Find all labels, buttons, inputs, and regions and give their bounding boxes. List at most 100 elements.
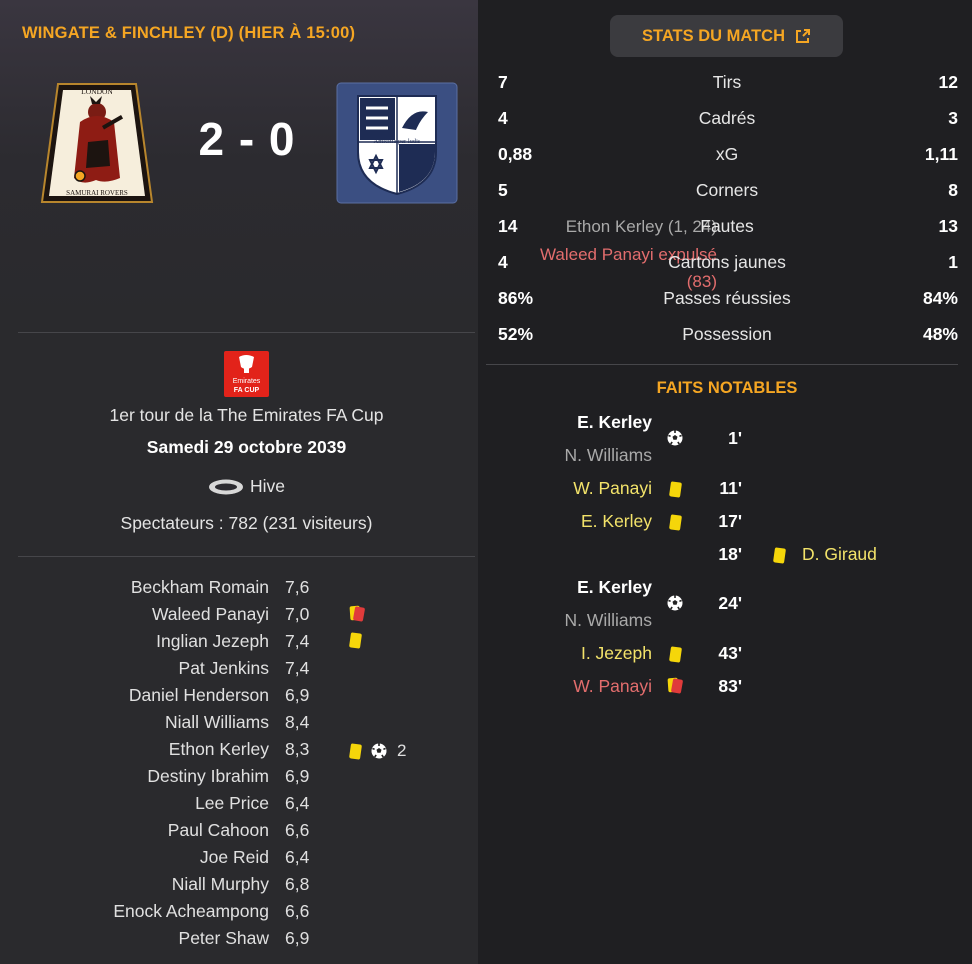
- match-header: WINGATE & FINCHLEY (D) (HIER À 15:00): [22, 24, 356, 42]
- player-name: Pat Jenkins: [178, 658, 269, 678]
- venue-name: Hive: [249, 476, 285, 496]
- player-rating: 7,4: [285, 631, 310, 651]
- yellow-card-icon: [667, 645, 683, 663]
- stat-row-passes: 86% Passes réussies 84%: [486, 288, 958, 318]
- player-name: Lee Price: [195, 793, 269, 813]
- player-rating: 6,9: [285, 766, 310, 786]
- fa-cup-logo[interactable]: Emirates FA CUP: [224, 351, 269, 397]
- player-rating: 6,6: [285, 901, 310, 921]
- player-row[interactable]: Daniel Henderson 6,9: [0, 685, 478, 712]
- yellow-card-icon: [349, 632, 362, 649]
- player-row[interactable]: Destiny Ibrahim 6,9: [0, 766, 478, 793]
- player-rating: 8,3: [285, 739, 310, 759]
- cup-logo-text-bottom: FA CUP: [234, 387, 260, 394]
- stat-row-yellow-cards: 4 Cartons jaunes 1: [486, 252, 958, 282]
- player-rating: 7,0: [285, 604, 310, 624]
- stat-label: Cadrés: [698, 108, 756, 128]
- player-row[interactable]: Peter Shaw 6,9: [0, 928, 478, 955]
- stat-label: xG: [715, 144, 739, 164]
- competition-name[interactable]: 1er tour de la The Emirates FA Cup: [18, 405, 475, 426]
- stat-away-value: 3: [948, 108, 958, 128]
- attendance: Spectateurs : 782 (231 visiteurs): [120, 513, 373, 533]
- player-name: Beckham Romain: [130, 577, 269, 597]
- external-link-icon: [795, 29, 810, 43]
- event-player[interactable]: D. Giraud: [802, 544, 877, 565]
- player-row[interactable]: Beckham Romain 7,6: [0, 577, 478, 604]
- event-player[interactable]: E. Kerley: [577, 412, 652, 433]
- player-row[interactable]: Ethon Kerley 8,3 2: [0, 739, 478, 766]
- player-row[interactable]: Paul Cahoon 6,6: [0, 820, 478, 847]
- player-name: Inglian Jezeph: [156, 631, 269, 651]
- player-rating: 6,6: [285, 820, 310, 840]
- event-player[interactable]: E. Kerley: [577, 577, 652, 598]
- key-events-title: FAITS NOTABLES: [656, 379, 798, 397]
- player-rating: 8,4: [285, 712, 310, 732]
- venue[interactable]: Hive: [18, 476, 475, 497]
- event-minute: 43': [718, 643, 742, 663]
- event-player[interactable]: W. Panayi: [573, 676, 652, 697]
- stat-away-value: 8: [948, 180, 958, 200]
- home-team-crest[interactable]: LONDON SAMURAI ROVERS: [36, 82, 158, 204]
- football-icon: [667, 595, 683, 611]
- stat-row-on-target: 4 Cadrés 3: [486, 108, 958, 138]
- player-rating: 6,9: [285, 685, 310, 705]
- stat-away-value: 48%: [922, 324, 958, 344]
- stat-row-shots: 7 Tirs 12: [486, 72, 958, 102]
- stat-label: Tirs: [712, 72, 742, 92]
- yellow-card-icon: [667, 480, 683, 498]
- player-rating: 6,4: [285, 793, 310, 813]
- crest-text-top: LONDON: [81, 87, 113, 96]
- match-stats-button-label: STATS DU MATCH: [642, 26, 785, 45]
- match-score: 2 - 0: [198, 113, 296, 165]
- stat-row-possession: 52% Possession 48%: [486, 324, 958, 354]
- stat-label: Corners: [695, 180, 759, 200]
- event-player[interactable]: I. Jezeph: [581, 643, 652, 664]
- player-name: Enock Acheampong: [113, 901, 269, 921]
- stat-away-value: 1,11: [924, 144, 958, 164]
- football-icon: [371, 743, 387, 759]
- event-assist[interactable]: N. Williams: [565, 445, 653, 466]
- player-rating: 7,6: [285, 577, 310, 597]
- player-row[interactable]: Waleed Panayi 7,0: [0, 604, 478, 631]
- player-row[interactable]: Enock Acheampong 6,6: [0, 901, 478, 928]
- player-rating: 6,8: [285, 874, 310, 894]
- event-minute: 11': [719, 478, 742, 498]
- player-row[interactable]: Lee Price 6,4: [0, 793, 478, 820]
- player-rating: 7,4: [285, 658, 310, 678]
- divider: [18, 556, 475, 557]
- event-minute: 24': [718, 593, 742, 613]
- crest-text-bottom: SAMURAI ROVERS: [66, 189, 128, 197]
- away-team-crest[interactable]: Amicitia per ludis: [336, 82, 458, 204]
- player-row[interactable]: Niall Murphy 6,8: [0, 874, 478, 901]
- player-name: Daniel Henderson: [128, 685, 269, 705]
- player-row[interactable]: Inglian Jezeph 7,4: [0, 631, 478, 658]
- stat-row-fouls: 14 Fautes 13: [486, 216, 958, 246]
- match-date: Samedi 29 octobre 2039: [146, 437, 347, 457]
- football-icon: [667, 430, 683, 446]
- event-minute: 1': [728, 428, 742, 448]
- player-row[interactable]: Pat Jenkins 7,4: [0, 658, 478, 685]
- event-player[interactable]: E. Kerley: [581, 511, 652, 532]
- stadium-icon: [208, 479, 243, 495]
- stat-away-value: 13: [938, 216, 958, 236]
- event-player[interactable]: W. Panayi: [573, 478, 652, 499]
- yellow-card-icon: [349, 742, 362, 760]
- second-yellow-red-card-icon: [667, 677, 684, 695]
- player-name: Niall Williams: [164, 712, 269, 732]
- player-name: Niall Murphy: [171, 874, 269, 894]
- stat-row-xg: 0,88 xG 1,11: [486, 144, 958, 174]
- player-events: [349, 632, 362, 649]
- player-name: Destiny Ibrahim: [147, 766, 269, 786]
- stat-away-value: 12: [938, 72, 958, 92]
- player-name: Ethon Kerley: [168, 739, 269, 759]
- stat-label: Passes réussies: [663, 288, 791, 308]
- yellow-card-icon: [771, 546, 787, 564]
- event-minute: 17': [718, 511, 742, 531]
- event-assist[interactable]: N. Williams: [565, 610, 653, 631]
- player-row[interactable]: Niall Williams 8,4: [0, 712, 478, 739]
- player-row[interactable]: Joe Reid 6,4: [0, 847, 478, 874]
- match-stats-button[interactable]: STATS DU MATCH: [610, 15, 843, 57]
- player-name: Paul Cahoon: [167, 820, 269, 840]
- stat-label: Fautes: [700, 216, 754, 236]
- cup-logo-text-top: Emirates: [233, 378, 261, 385]
